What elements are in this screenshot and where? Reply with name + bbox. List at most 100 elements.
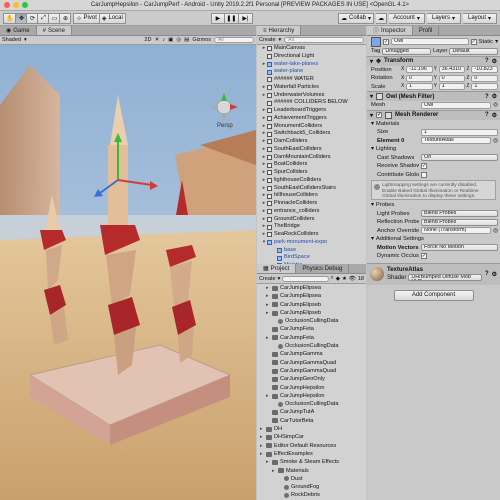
- light-probes-dropdown[interactable]: Blend Probes: [421, 210, 498, 218]
- lighting-foldout[interactable]: ▾ Lighting: [367, 145, 500, 154]
- reflection-probes-dropdown[interactable]: Blend Probes: [421, 218, 498, 226]
- layer-dropdown[interactable]: Default: [449, 47, 498, 55]
- project-row[interactable]: CarTutorBeta: [257, 417, 366, 425]
- hierarchy-row[interactable]: water-plane: [257, 68, 366, 76]
- hierarchy-row[interactable]: ▸ SouthEastColliders: [257, 146, 366, 154]
- additional-settings-foldout[interactable]: ▾ Additional Settings: [367, 235, 500, 244]
- hierarchy-row[interactable]: ▸ SeaRockColliders: [257, 231, 366, 239]
- effects-toggle-icon[interactable]: ▣: [168, 37, 173, 43]
- position-x[interactable]: -11.196: [406, 66, 433, 74]
- project-row[interactable]: Dust: [257, 475, 366, 483]
- scale-z[interactable]: 1: [471, 83, 499, 91]
- mesh-renderer-header[interactable]: ▾ ✓ Mesh Renderer ? ⚙: [367, 109, 500, 120]
- project-row[interactable]: CarJumpFeta: [257, 325, 366, 333]
- object-picker-icon[interactable]: ◎: [493, 138, 498, 144]
- tab-game[interactable]: ◉ Game: [0, 26, 37, 35]
- rotation-x[interactable]: 0: [406, 74, 433, 82]
- project-row[interactable]: ▸ Materials: [257, 467, 366, 475]
- receive-shadows-checkbox[interactable]: ✓: [421, 163, 427, 170]
- hierarchy-row[interactable]: ▸ DamColliders: [257, 138, 366, 146]
- rect-tool-icon[interactable]: ▭: [49, 12, 61, 24]
- tab-scene[interactable]: # Scene: [36, 26, 72, 35]
- help-icon[interactable]: ?: [485, 112, 489, 118]
- scene-camera-icon[interactable]: ▤: [184, 37, 189, 43]
- project-row[interactable]: ▸ CarJumpHepsilon: [257, 392, 366, 400]
- hierarchy-row[interactable]: ▸ Switchback5_Colliders: [257, 130, 366, 138]
- hierarchy-row[interactable]: ###### WATER: [257, 76, 366, 84]
- settings-gear-icon[interactable]: ⚙: [492, 58, 497, 65]
- settings-gear-icon[interactable]: ⚙: [492, 112, 497, 119]
- local-button[interactable]: ◈ Local: [99, 12, 126, 24]
- tab-hierarchy[interactable]: ≡ Hierarchy: [257, 26, 302, 35]
- hierarchy-row[interactable]: ▸ hillhouseColliders: [257, 192, 366, 200]
- tab-physics-debug[interactable]: Physics Debug: [296, 264, 350, 273]
- dynamic-occlusion-checkbox[interactable]: ✓: [421, 253, 427, 260]
- hierarchy-row[interactable]: Directional Light: [257, 53, 366, 61]
- object-picker-icon[interactable]: ◎: [493, 102, 498, 108]
- project-search-input[interactable]: [282, 275, 329, 282]
- project-create-button[interactable]: Create: [259, 276, 276, 282]
- scale-tool-icon[interactable]: ⤢: [38, 12, 50, 24]
- object-picker-icon[interactable]: ◎: [493, 228, 498, 234]
- hierarchy-row[interactable]: ▾ park-monument-expo: [257, 239, 366, 247]
- hierarchy-row[interactable]: ▸ water-lake-planes: [257, 61, 366, 69]
- transform-tool-icon[interactable]: ⊕: [60, 12, 72, 24]
- pivot-button[interactable]: ⊹ Pivot: [73, 12, 100, 24]
- hierarchy-row[interactable]: ▸ AchievementTriggers: [257, 115, 366, 123]
- project-row[interactable]: CarJumpGeoOnly: [257, 375, 366, 383]
- lighting-toggle-icon[interactable]: ☀: [154, 37, 159, 43]
- project-row[interactable]: ▸ CarJumpElipsea: [257, 292, 366, 300]
- hierarchy-row[interactable]: ▸ lighthouseColliders: [257, 177, 366, 185]
- hierarchy-row[interactable]: ▸ DamMountainColliders: [257, 154, 366, 162]
- static-chevron-icon[interactable]: ▾: [495, 39, 498, 45]
- project-row[interactable]: CarJumpTutA: [257, 408, 366, 416]
- settings-gear-icon[interactable]: ⚙: [492, 271, 497, 278]
- shader-dropdown[interactable]: DH/Bumped Diffuse Mob UV2: [408, 274, 482, 281]
- active-checkbox[interactable]: ✓: [383, 38, 389, 45]
- rotate-tool-icon[interactable]: ⟳: [27, 12, 39, 24]
- hierarchy-row[interactable]: ▸ SpurColliders: [257, 169, 366, 177]
- materials-foldout[interactable]: ▾ Materials: [367, 120, 500, 129]
- scale-y[interactable]: 1: [438, 83, 466, 91]
- anchor-override-field[interactable]: None (Transform): [421, 227, 491, 235]
- project-row[interactable]: OcclusionCullingData: [257, 342, 366, 350]
- project-row[interactable]: ▸ CarJumpFeta: [257, 334, 366, 342]
- hierarchy-search-input[interactable]: All: [284, 37, 364, 43]
- favorite-icon[interactable]: ★: [342, 276, 347, 282]
- hierarchy-create-button[interactable]: Create: [259, 37, 276, 43]
- project-row[interactable]: CarJumpHepsilon: [257, 384, 366, 392]
- mesh-filter-header[interactable]: ▾ Owl (Mesh Filter) ? ⚙: [367, 91, 500, 101]
- motion-vectors-dropdown[interactable]: Force No Motion: [421, 244, 498, 252]
- scale-x[interactable]: 1: [406, 83, 433, 91]
- step-icon[interactable]: ▶|: [238, 12, 253, 24]
- project-row[interactable]: ▸ DHSimpCar: [257, 433, 366, 441]
- position-y[interactable]: 36.4310: [438, 66, 466, 74]
- help-icon[interactable]: ?: [485, 58, 489, 64]
- hand-tool-icon[interactable]: ✋: [3, 12, 17, 24]
- hierarchy-row[interactable]: ▸ TheBridge: [257, 223, 366, 231]
- collab-button[interactable]: ☁ Collab ▾: [337, 12, 375, 24]
- hierarchy-row[interactable]: ▸ SouthEastCollidersStairs: [257, 185, 366, 193]
- element-field[interactable]: TextureAtlas: [421, 137, 491, 145]
- static-checkbox[interactable]: ✓: [470, 38, 477, 45]
- tag-dropdown[interactable]: Untagged: [382, 47, 431, 55]
- 2d-toggle[interactable]: 2D: [144, 37, 151, 43]
- filter-icon[interactable]: ⌕: [331, 275, 334, 282]
- hierarchy-row[interactable]: ▸ GroundColliders: [257, 216, 366, 224]
- position-z[interactable]: -10.823: [471, 66, 499, 74]
- mesh-renderer-enabled-checkbox[interactable]: ✓: [376, 112, 383, 118]
- size-field[interactable]: 1: [421, 128, 498, 136]
- hidden-objects-icon[interactable]: ◎: [176, 37, 181, 43]
- mesh-field[interactable]: Owl: [421, 101, 491, 109]
- gizmos-dropdown[interactable]: Gizmos: [192, 37, 211, 43]
- hierarchy-row[interactable]: ▸ MonumentColliders: [257, 123, 366, 131]
- layers-dropdown[interactable]: Layers ▾: [427, 12, 462, 24]
- settings-gear-icon[interactable]: ⚙: [492, 93, 497, 100]
- project-row[interactable]: CarJumpGammaQuad: [257, 367, 366, 375]
- material-header[interactable]: TextureAtlas Shader DH/Bumped Diffuse Mo…: [367, 262, 500, 285]
- help-icon[interactable]: ?: [485, 94, 489, 100]
- project-row[interactable]: ▸ Smoke & Steam Effects: [257, 458, 366, 466]
- label-icon[interactable]: ◆: [336, 276, 340, 282]
- scene-search-input[interactable]: All: [214, 37, 254, 43]
- tab-inspector[interactable]: ⓘ Inspector: [367, 26, 413, 35]
